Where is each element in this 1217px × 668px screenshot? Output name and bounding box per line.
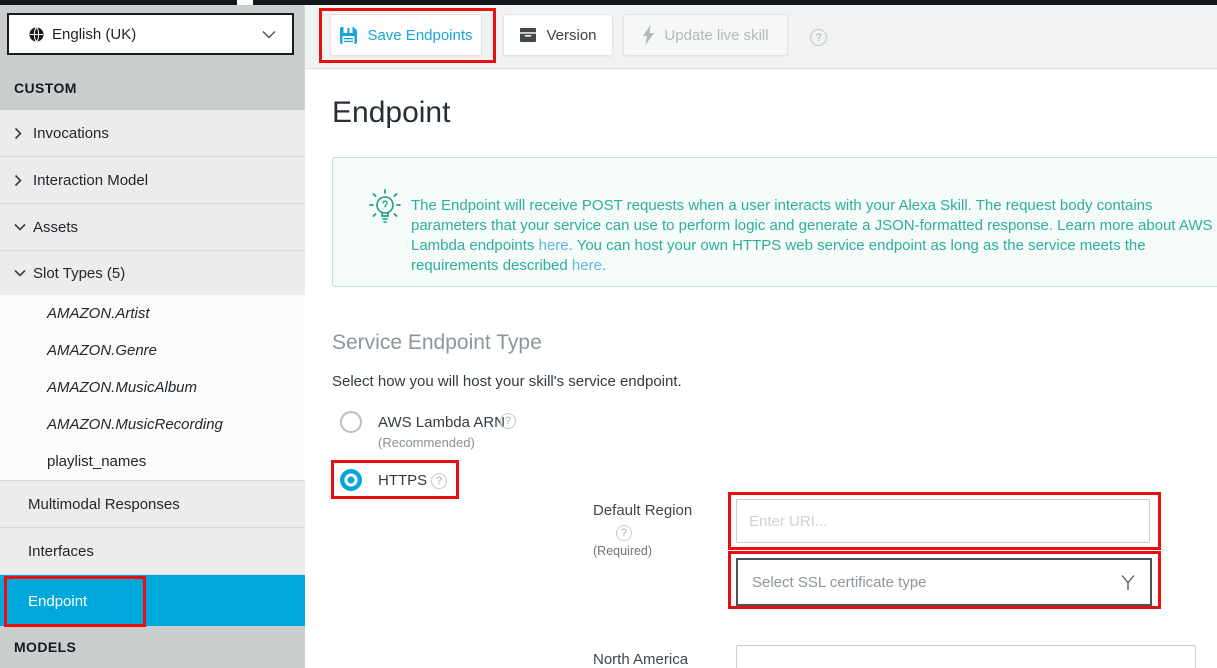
slot-type-playlist-names[interactable]: playlist_names (0, 443, 305, 480)
floppy-disk-icon (339, 26, 358, 45)
info-banner: The Endpoint will receive POST requests … (332, 157, 1217, 287)
slot-type-amazon-musicalbum[interactable]: AMAZON.MusicAlbum (0, 369, 305, 406)
lambda-endpoints-link[interactable]: here (539, 237, 569, 254)
sidebar-item-endpoint[interactable]: Endpoint (0, 575, 305, 627)
help-icon[interactable]: ? (500, 413, 516, 429)
update-live-skill-button[interactable]: Update live skill (623, 14, 788, 56)
default-region-label: Default Region (593, 502, 723, 519)
slot-type-amazon-genre[interactable]: AMAZON.Genre (0, 332, 305, 369)
recommended-note: (Recommended) (378, 435, 475, 450)
window-top-edge (0, 0, 1217, 5)
service-endpoint-type-subtitle: Select how you will host your skill's se… (332, 373, 682, 390)
chevron-down-icon (14, 269, 26, 278)
sidebar-item-label: Multimodal Responses (28, 496, 180, 513)
https-radio[interactable] (340, 469, 362, 491)
help-icon[interactable]: ? (431, 473, 447, 489)
sidebar-item-label: Interaction Model (33, 172, 148, 189)
requirements-link[interactable]: here (572, 257, 602, 274)
help-icon[interactable]: ? (810, 29, 827, 46)
lightning-icon (642, 25, 655, 45)
language-selector[interactable]: English (UK) (7, 13, 294, 55)
lightbulb-icon (366, 188, 404, 233)
aws-lambda-radio[interactable] (340, 411, 362, 433)
globe-icon (29, 27, 44, 42)
sidebar-item-assets[interactable]: Assets (0, 204, 305, 251)
toolbar: Save Endpoints Version Update live skill… (305, 5, 1217, 69)
info-text-part3: . (602, 257, 606, 274)
required-note: (Required) (593, 544, 723, 558)
sidebar-item-invocations[interactable]: Invocations (0, 110, 305, 157)
sidebar-item-multimodal-responses[interactable]: Multimodal Responses (0, 481, 305, 528)
chevron-right-icon (14, 174, 26, 187)
ssl-select-placeholder: Select SSL certificate type (752, 574, 927, 591)
chevron-down-icon (14, 223, 26, 232)
https-label: HTTPS (378, 472, 427, 489)
sidebar-section-custom: CUSTOM (14, 80, 77, 96)
main-content: Endpoint The Endpoint will receive POST … (305, 69, 1217, 668)
dropdown-caret-icon (1120, 573, 1136, 591)
chevron-right-icon (14, 127, 26, 140)
sidebar-item-label: Slot Types (5) (33, 265, 125, 282)
slot-types-list: AMAZON.Artist AMAZON.Genre AMAZON.MusicA… (0, 295, 305, 481)
chevron-down-icon (262, 30, 276, 39)
sidebar-item-label: Interfaces (28, 543, 94, 560)
help-icon[interactable]: ? (616, 525, 632, 541)
sidebar-item-label: Assets (33, 219, 78, 236)
sidebar-item-label: Endpoint (28, 593, 87, 610)
save-endpoints-button[interactable]: Save Endpoints (330, 14, 482, 56)
sidebar-section-models: MODELS (0, 626, 305, 668)
service-endpoint-type-heading: Service Endpoint Type (332, 331, 542, 355)
slot-type-amazon-artist[interactable]: AMAZON.Artist (0, 295, 305, 332)
archive-box-icon (519, 27, 537, 43)
default-region-uri-input[interactable] (736, 499, 1150, 543)
sidebar-item-slot-types[interactable]: Slot Types (5) (0, 251, 305, 295)
sidebar-item-interfaces[interactable]: Interfaces (0, 528, 305, 575)
version-button[interactable]: Version (503, 14, 613, 56)
sidebar-item-interaction-model[interactable]: Interaction Model (0, 157, 305, 204)
sidebar-nav: Invocations Interaction Model Assets Slo… (0, 110, 305, 627)
page-title: Endpoint (332, 96, 450, 130)
north-america-label: North America (593, 651, 688, 668)
save-endpoints-label: Save Endpoints (367, 27, 472, 44)
default-region-block: Default Region ? (Required) (593, 502, 723, 558)
window-top-edge-notch (237, 0, 253, 5)
update-live-skill-label: Update live skill (664, 27, 768, 44)
slot-type-amazon-musicrecording[interactable]: AMAZON.MusicRecording (0, 406, 305, 443)
alexa-developer-console-page: English (UK) CUSTOM Invocations Interact… (0, 0, 1217, 668)
info-banner-text: The Endpoint will receive POST requests … (411, 196, 1215, 276)
north-america-uri-input[interactable] (736, 645, 1196, 668)
ssl-certificate-select[interactable]: Select SSL certificate type (736, 558, 1152, 606)
aws-lambda-label: AWS Lambda ARN (378, 414, 505, 431)
sidebar-item-label: Invocations (33, 125, 109, 142)
language-selector-label: English (UK) (52, 26, 136, 43)
version-label: Version (546, 27, 596, 44)
sidebar: English (UK) CUSTOM Invocations Interact… (0, 0, 305, 668)
